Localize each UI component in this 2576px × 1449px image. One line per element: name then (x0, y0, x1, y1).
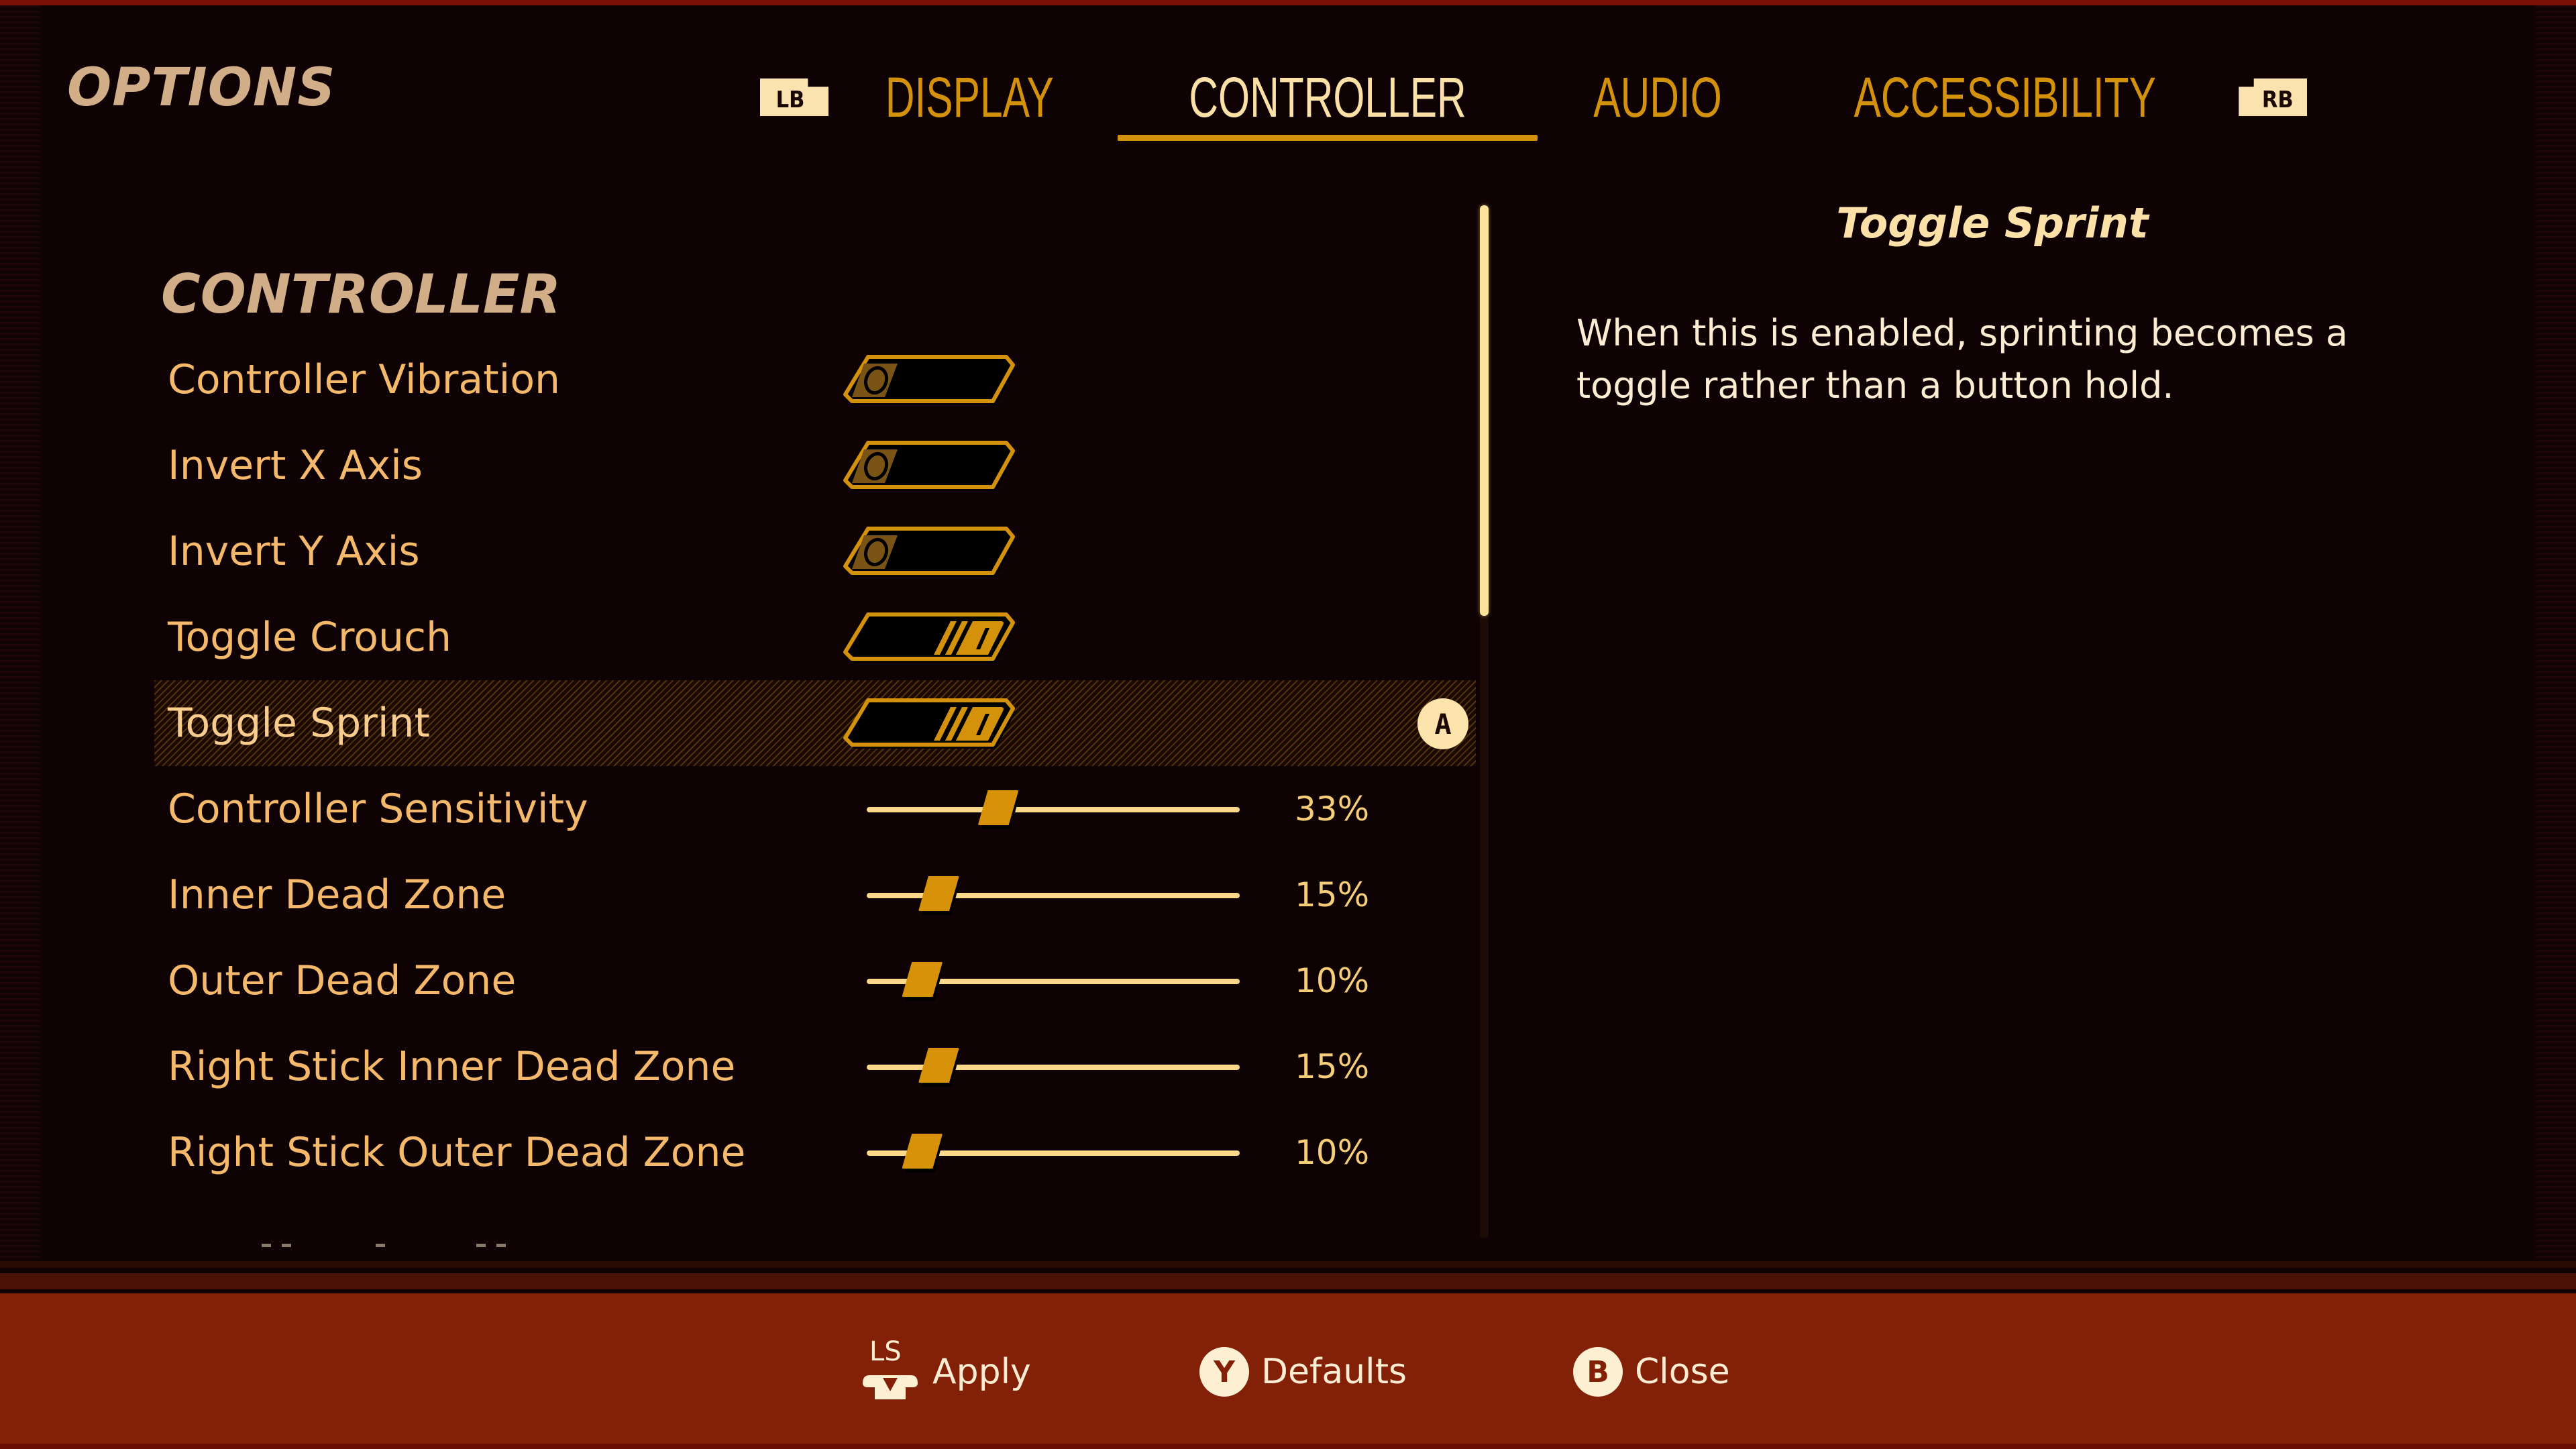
rb-bumper-label: RB (2261, 87, 2294, 113)
tab-controller[interactable]: CONTROLLER (1111, 60, 1544, 141)
lb-bumper-label: LB (775, 87, 805, 113)
page-title: OPTIONS (67, 58, 336, 118)
tab-accessibility-label: ACCESSIBILITY (1854, 65, 2156, 129)
setting-row[interactable]: Outer Dead Zone 10% (154, 938, 1476, 1024)
close-button[interactable]: B Close (1573, 1335, 1730, 1409)
slider-value: 33% (1295, 790, 1370, 828)
info-panel-title: Toggle Sprint (1836, 199, 2149, 248)
apply-label: Apply (932, 1352, 1031, 1392)
slider-track (867, 807, 1240, 812)
setting-row[interactable]: Toggle Crouch (154, 594, 1476, 680)
right-edge-decoration (2536, 5, 2576, 1260)
tab-controller-label: CONTROLLER (1188, 65, 1466, 129)
setting-label: Controller Vibration (168, 356, 561, 403)
defaults-button[interactable]: Y Defaults (1199, 1335, 1407, 1409)
tab-display[interactable]: DISPLAY (828, 60, 1111, 134)
b-button-icon: B (1573, 1347, 1623, 1397)
slider-handle[interactable] (918, 1048, 961, 1087)
rb-bumper-icon[interactable]: RB (2239, 78, 2308, 116)
footer-divider (0, 1261, 2576, 1293)
setting-row[interactable]: Right Stick Outer Dead Zone 10% (154, 1110, 1476, 1195)
setting-label: Invert X Axis (168, 442, 423, 489)
setting-row[interactable]: Invert X Axis (154, 423, 1476, 508)
slider[interactable] (867, 875, 1240, 916)
active-tab-underline (1117, 135, 1538, 141)
slider-value: 10% (1295, 1133, 1370, 1172)
left-stick-label: LS (869, 1336, 902, 1367)
toggle-switch-on[interactable] (841, 610, 1017, 665)
lb-bumper-icon[interactable]: LB (760, 78, 828, 116)
slider-handle[interactable] (978, 790, 1020, 829)
toggle-switch-off[interactable] (841, 353, 1017, 408)
scrollbar-thumb[interactable] (1480, 205, 1489, 616)
y-button-icon: Y (1199, 1347, 1249, 1397)
setting-label: Controller Sensitivity (168, 786, 588, 833)
tab-audio[interactable]: AUDIO (1544, 60, 1771, 134)
setting-label: Outer Dead Zone (168, 957, 517, 1004)
footer-bottom-border (0, 1444, 2576, 1449)
slider[interactable] (867, 1046, 1240, 1088)
slider[interactable] (867, 1132, 1240, 1174)
setting-row[interactable]: Inner Dead Zone 15% (154, 852, 1476, 938)
left-stick-icon: LS (860, 1336, 920, 1402)
tab-accessibility[interactable]: ACCESSIBILITY (1771, 60, 2239, 134)
slider[interactable] (867, 789, 1240, 830)
setting-label: Right Stick Inner Dead Zone (168, 1043, 736, 1090)
toggle-switch-off[interactable] (841, 525, 1017, 580)
close-label: Close (1635, 1352, 1730, 1392)
a-button-icon: A (1417, 698, 1468, 749)
slider-handle[interactable] (902, 1134, 945, 1173)
apply-button[interactable]: LS Apply (860, 1335, 1031, 1409)
info-panel-description: When this is enabled, sprinting becomes … (1576, 312, 2349, 407)
tab-display-label: DISPLAY (885, 65, 1054, 129)
slider-value: 10% (1295, 961, 1370, 1000)
setting-label: Toggle Crouch (168, 614, 451, 661)
defaults-label: Defaults (1261, 1352, 1407, 1392)
toggle-switch-off[interactable] (841, 439, 1017, 494)
setting-label: Inner Dead Zone (168, 871, 506, 918)
setting-row[interactable]: Toggle Sprint A (154, 680, 1476, 766)
slider-value: 15% (1295, 875, 1370, 914)
slider-value: 15% (1295, 1047, 1370, 1086)
slider-handle[interactable] (902, 962, 945, 1001)
slider-handle[interactable] (918, 876, 961, 915)
setting-row[interactable]: Right Stick Inner Dead Zone 15% (154, 1024, 1476, 1110)
settings-list: Controller Vibration Invert X Axis Invert … (154, 337, 1476, 1195)
tab-audio-label: AUDIO (1593, 65, 1722, 129)
top-border (0, 0, 2576, 5)
section-heading: CONTROLLER (161, 263, 561, 325)
tab-bar: LB DISPLAY CONTROLLER AUDIO ACCESSIBILIT… (760, 60, 2308, 141)
footer-bar: LS Apply Y Defaults B Close (0, 1293, 2576, 1449)
setting-label: Invert Y Axis (168, 528, 420, 575)
setting-row[interactable]: Invert Y Axis (154, 508, 1476, 594)
left-edge-decoration (0, 5, 40, 1260)
toggle-switch-on[interactable] (841, 696, 1017, 751)
setting-label: Toggle Sprint (168, 700, 431, 747)
slider[interactable] (867, 961, 1240, 1002)
setting-row[interactable]: Controller Sensitivity 33% (154, 766, 1476, 852)
next-section-heading-partial (262, 1244, 731, 1248)
setting-label: Right Stick Outer Dead Zone (168, 1129, 746, 1176)
setting-row[interactable]: Controller Vibration (154, 337, 1476, 423)
